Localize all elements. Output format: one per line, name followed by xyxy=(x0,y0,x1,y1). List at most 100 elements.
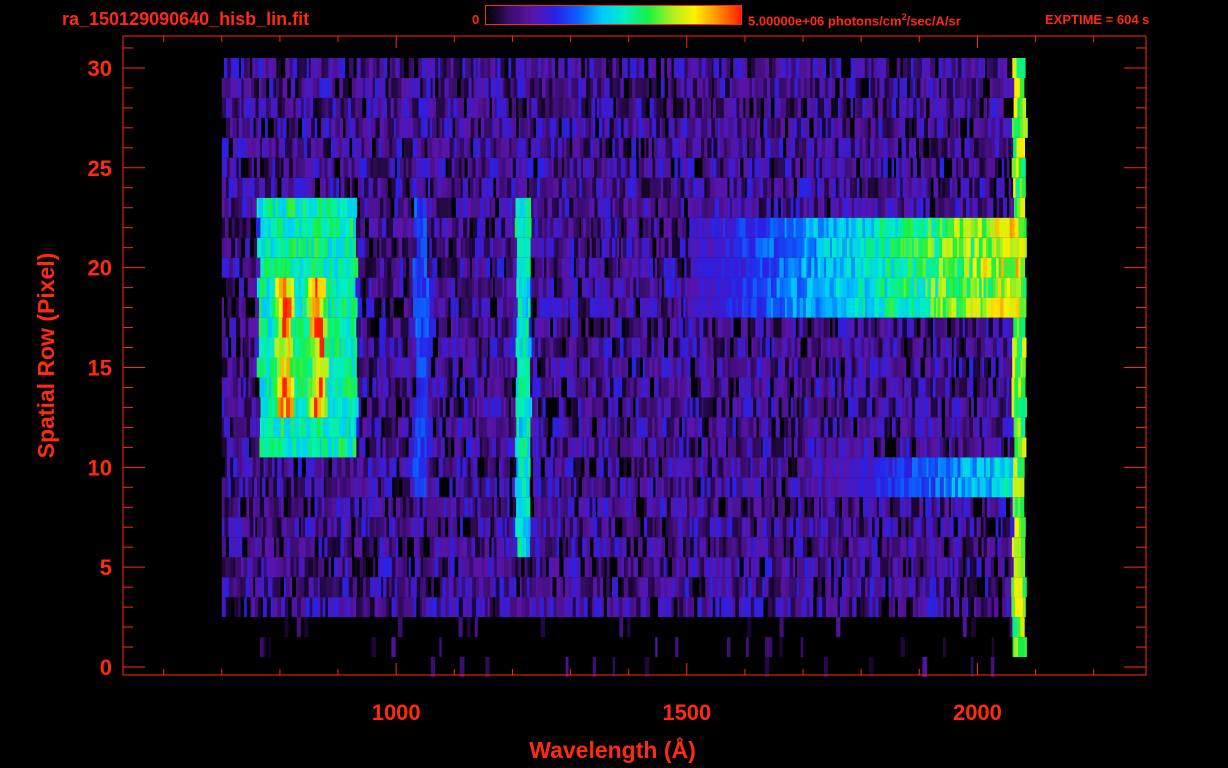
heatmap-cell xyxy=(285,217,288,238)
heatmap-cell xyxy=(699,337,704,358)
heatmap-cell xyxy=(741,377,746,398)
heatmap-cell xyxy=(871,257,876,278)
heatmap-cell xyxy=(710,337,714,358)
heatmap-cell xyxy=(354,497,360,518)
heatmap-cell xyxy=(287,217,292,238)
heatmap-cell xyxy=(708,417,713,438)
heatmap-cell xyxy=(454,177,459,198)
heatmap-cell xyxy=(884,337,887,358)
heatmap-cell xyxy=(304,177,308,198)
heatmap-cell xyxy=(694,357,700,378)
heatmap-cell xyxy=(908,517,911,538)
heatmap-cell xyxy=(757,497,762,518)
heatmap-cell xyxy=(831,577,834,598)
heatmap-cell xyxy=(761,437,764,458)
heatmap-cell xyxy=(888,537,893,558)
heatmap-cell xyxy=(580,497,584,518)
heatmap-cell xyxy=(860,557,865,578)
heatmap-cell xyxy=(280,497,284,518)
heatmap-cell xyxy=(876,417,881,438)
heatmap-cell xyxy=(320,357,325,378)
heatmap-cell xyxy=(332,217,336,238)
heatmap-cell xyxy=(854,317,859,338)
heatmap-cell xyxy=(238,297,242,318)
heatmap-cell xyxy=(225,357,228,378)
heatmap-cell xyxy=(688,317,693,338)
heatmap-cell xyxy=(508,317,513,338)
heatmap-cell xyxy=(487,457,491,478)
heatmap-cell xyxy=(578,497,581,518)
heatmap-cell xyxy=(449,537,452,558)
heatmap-cell xyxy=(858,537,862,558)
heatmap-cell xyxy=(751,577,757,598)
heatmap-cell xyxy=(266,277,270,298)
heatmap-cell xyxy=(247,397,252,418)
heatmap-cell xyxy=(470,457,473,478)
heatmap-cell xyxy=(716,397,720,418)
heatmap-cell xyxy=(582,297,587,318)
heatmap-cell xyxy=(998,497,1003,518)
heatmap-cell xyxy=(617,477,621,498)
heatmap-cell xyxy=(997,437,1002,458)
heatmap-cell xyxy=(1014,497,1019,518)
heatmap-cell xyxy=(1022,597,1026,618)
heatmap-cell xyxy=(367,257,373,278)
heatmap-cell xyxy=(951,417,955,438)
heatmap-cell xyxy=(498,197,502,218)
heatmap-cell xyxy=(596,397,599,418)
heatmap-cell xyxy=(853,537,858,558)
heatmap-cell xyxy=(817,517,822,538)
heatmap-cell xyxy=(556,237,560,258)
heatmap-cell xyxy=(908,537,913,558)
heatmap-cell xyxy=(390,497,394,518)
heatmap-cell xyxy=(358,517,362,538)
heatmap-cell xyxy=(298,557,302,578)
heatmap-cell xyxy=(613,277,619,298)
heatmap-cell xyxy=(461,417,467,438)
heatmap-cell xyxy=(332,437,335,458)
heatmap-cell xyxy=(264,257,268,278)
heatmap-cell xyxy=(330,277,334,298)
heatmap-cell xyxy=(651,537,654,558)
heatmap-cell xyxy=(869,237,874,258)
heatmap-cell xyxy=(718,437,723,458)
heatmap-cell xyxy=(557,217,560,238)
heatmap-cell xyxy=(484,377,488,398)
heatmap-cell xyxy=(744,297,749,318)
heatmap-cell xyxy=(920,317,926,338)
heatmap-cell xyxy=(358,257,362,278)
heatmap-cell xyxy=(249,457,254,478)
heatmap-cell xyxy=(642,477,647,498)
heatmap-cell xyxy=(917,557,921,578)
heatmap-cell xyxy=(979,397,984,418)
heatmap-cell xyxy=(962,617,967,638)
heatmap-cell xyxy=(467,337,473,358)
heatmap-cell xyxy=(527,577,530,598)
heatmap-cell xyxy=(974,217,979,238)
heatmap-cell xyxy=(777,217,783,238)
heatmap-cell xyxy=(290,517,295,538)
heatmap-cell xyxy=(592,297,596,318)
heatmap-cell xyxy=(723,517,728,538)
heatmap-cell xyxy=(966,397,969,418)
heatmap-cell xyxy=(693,517,699,538)
heatmap-cell xyxy=(781,337,786,358)
heatmap-cell xyxy=(628,197,633,218)
heatmap-cell xyxy=(983,537,988,558)
heatmap-cell xyxy=(982,317,987,338)
heatmap-cell xyxy=(956,537,961,558)
heatmap-cell xyxy=(286,377,292,398)
heatmap-cell xyxy=(664,377,669,398)
heatmap-cell xyxy=(811,317,815,338)
heatmap-cell xyxy=(542,577,547,598)
heatmap-cell xyxy=(953,457,958,478)
heatmap-cell xyxy=(538,337,542,358)
heatmap-cell xyxy=(844,357,850,378)
heatmap-cell xyxy=(737,537,742,558)
heatmap-cell xyxy=(990,557,995,578)
heatmap-cell xyxy=(501,317,506,338)
heatmap-cell xyxy=(563,397,567,418)
heatmap-cell xyxy=(259,417,264,438)
heatmap-cell xyxy=(956,217,961,238)
heatmap-cell xyxy=(838,517,842,538)
